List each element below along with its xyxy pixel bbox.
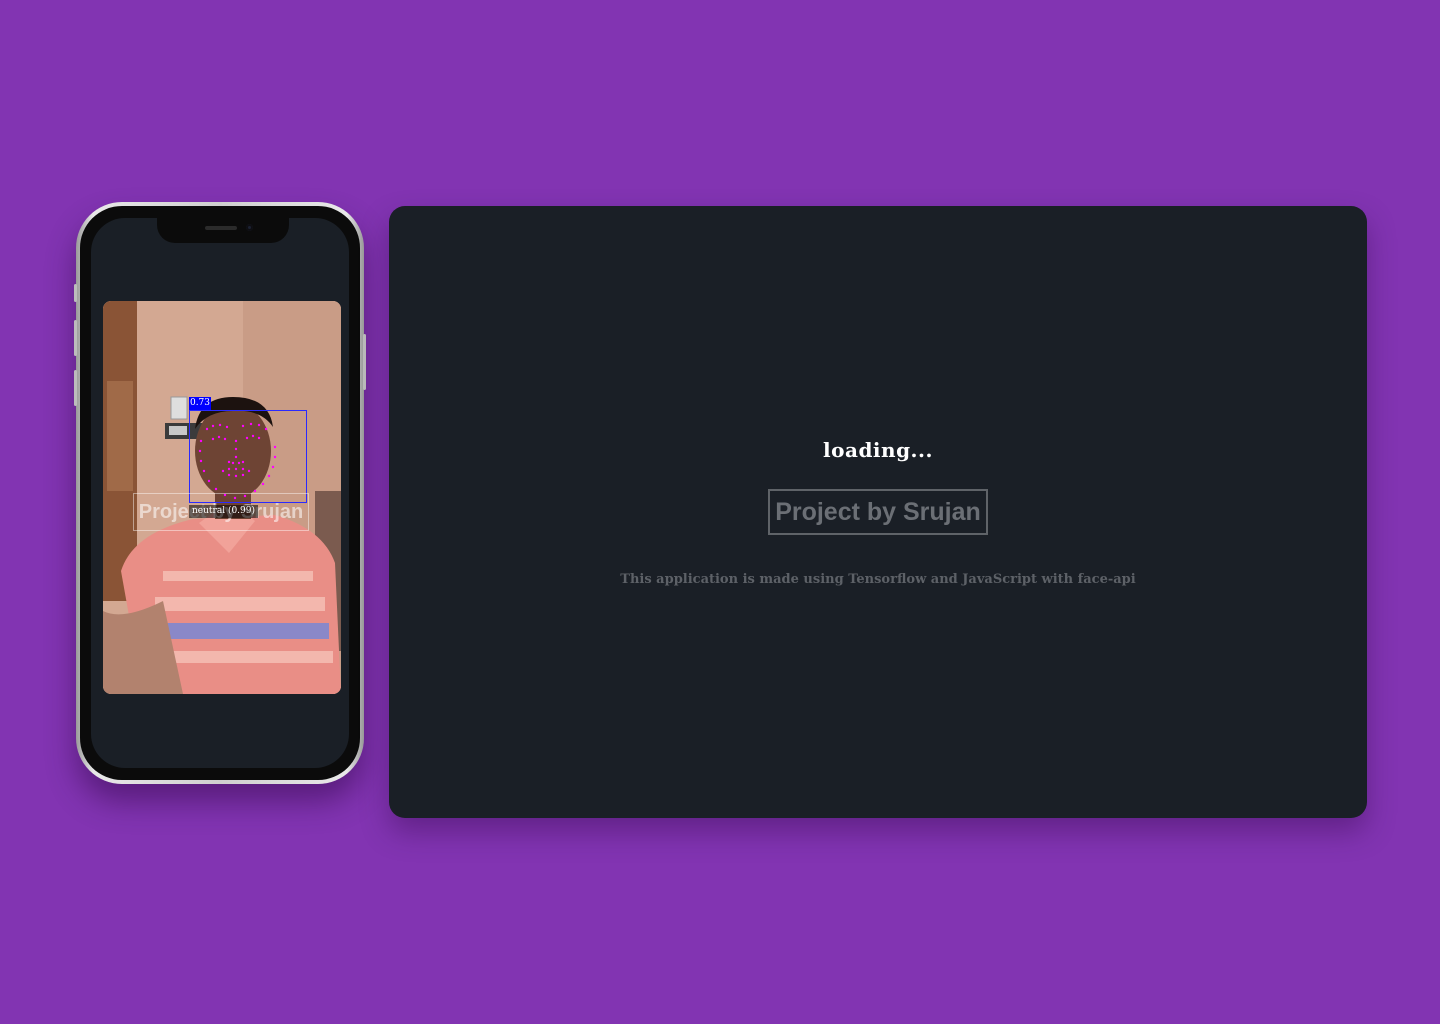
phone-screen: 0.73 Project by Srujan neutral (0.99): [91, 218, 349, 768]
face-bounding-box: [189, 410, 307, 503]
loading-status: loading...: [823, 438, 933, 462]
phone-bezel: 0.73 Project by Srujan neutral (0.99): [80, 206, 360, 780]
phone-notch: [157, 218, 289, 243]
phone-power-button: [363, 334, 366, 390]
phone-speaker: [205, 226, 237, 230]
project-credit: Project by Srujan: [768, 489, 988, 535]
webcam-video-feed: 0.73 Project by Srujan neutral (0.99): [103, 301, 341, 694]
detection-score-tag: 0.73: [189, 397, 211, 410]
phone-mockup: 0.73 Project by Srujan neutral (0.99): [74, 202, 366, 784]
phone-mute-switch: [74, 284, 77, 302]
phone-volume-down-button: [74, 370, 77, 406]
main-panel: loading... Project by Srujan This applic…: [389, 206, 1367, 818]
app-description: This application is made using Tensorflo…: [620, 572, 1136, 587]
phone-volume-up-button: [74, 320, 77, 356]
front-camera-icon: [246, 224, 253, 231]
expression-label: neutral (0.99): [189, 505, 259, 518]
